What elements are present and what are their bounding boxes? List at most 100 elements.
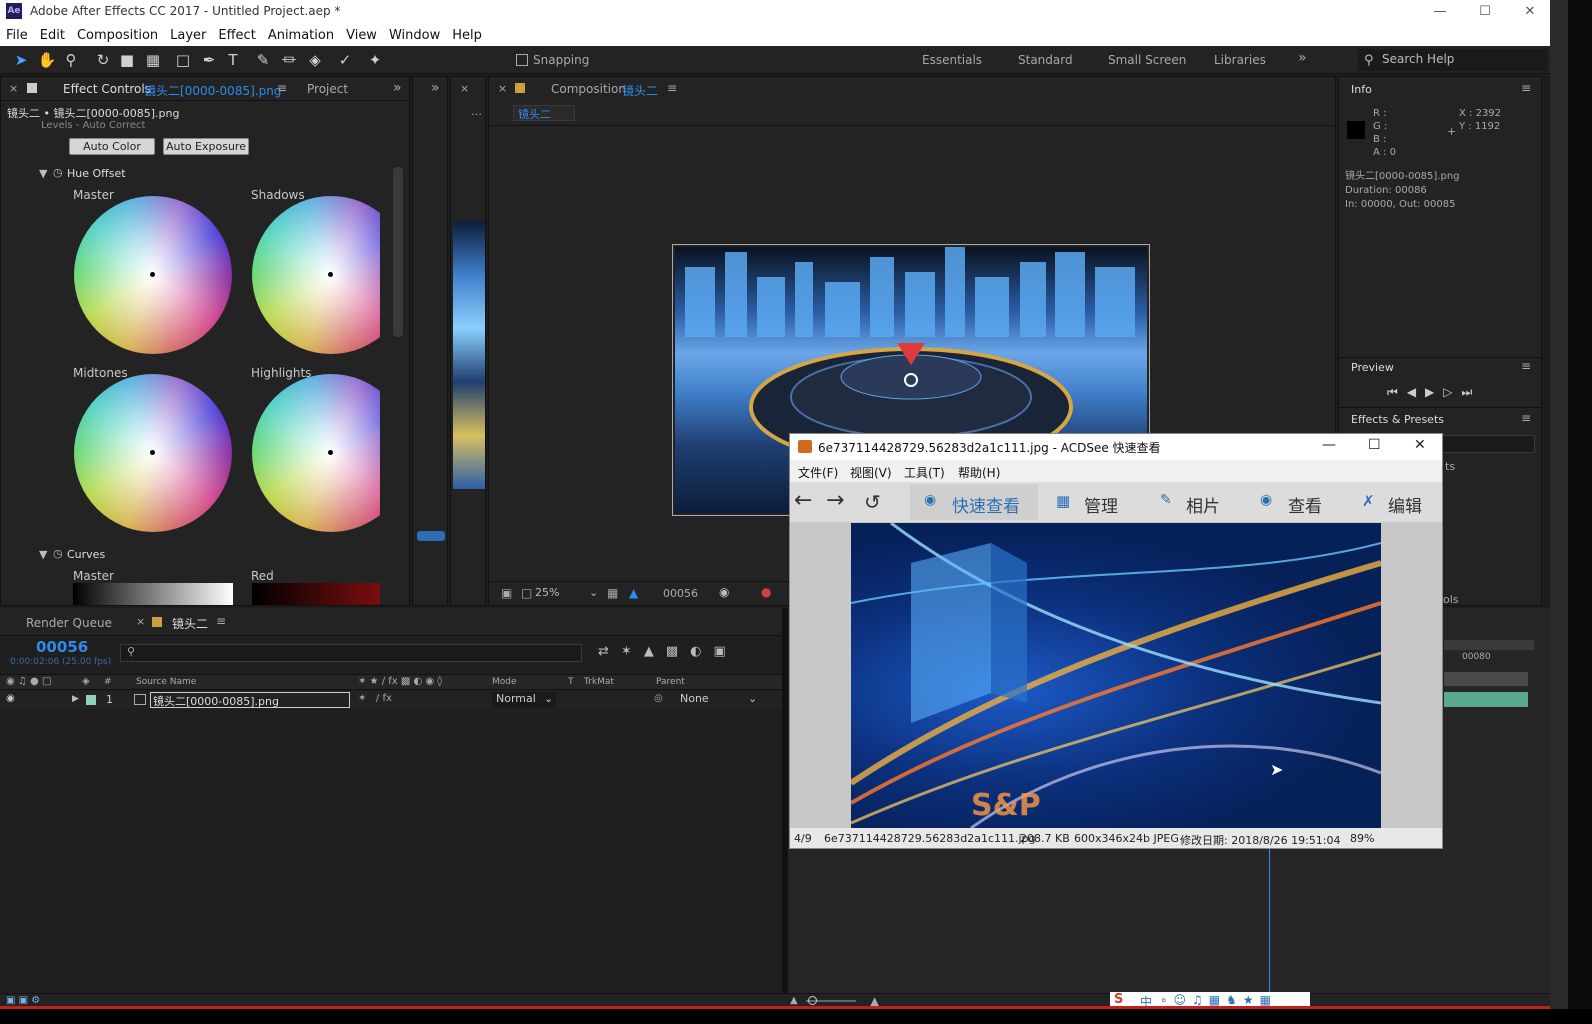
shy-icon[interactable]: ▲ xyxy=(644,644,666,659)
tab-manage[interactable]: 管理 xyxy=(1084,492,1118,517)
mode-dropdown[interactable]: Normal ⌄ xyxy=(492,692,556,708)
panel-lock-icon[interactable] xyxy=(27,83,37,93)
zoom-slider-handle[interactable] xyxy=(808,996,817,1005)
roto-brush-tool-icon[interactable]: ✓ xyxy=(334,50,356,70)
right-scroll-strip[interactable] xyxy=(1550,0,1568,1009)
expand-panel-icon[interactable]: » xyxy=(431,80,440,96)
menu-file[interactable]: File xyxy=(0,24,34,43)
acdsee-minimize-button[interactable]: — xyxy=(1322,437,1336,453)
master-color-wheel[interactable] xyxy=(74,196,232,354)
expand-icon[interactable]: » xyxy=(393,80,402,96)
eye-icon[interactable]: ◉ xyxy=(6,693,15,704)
hue-offset-twirl-icon[interactable]: ▼ xyxy=(39,167,47,180)
menu-effect[interactable]: Effect xyxy=(212,24,261,43)
next-frame-icon[interactable]: ▷ xyxy=(1443,385,1461,399)
workspace-libraries[interactable]: Libraries xyxy=(1214,53,1266,67)
effects-item-partial[interactable]: ts xyxy=(1445,460,1455,473)
comp-panel-menu-icon[interactable]: ≡ xyxy=(667,81,677,95)
comp-sub-tab[interactable]: 镜头二 xyxy=(513,105,575,121)
layer-duration-bar[interactable] xyxy=(1444,692,1528,707)
menu-help[interactable]: Help xyxy=(446,24,488,43)
acdsee-menu-help[interactable]: 帮助(H) xyxy=(958,464,1000,481)
effects-item-partial-2[interactable]: ols xyxy=(1443,593,1459,606)
tab-effect-controls[interactable]: Effect Controls xyxy=(63,82,151,96)
last-frame-icon[interactable]: ⏭ xyxy=(1462,385,1482,399)
selection-tool-icon[interactable]: ➤ xyxy=(10,50,32,70)
channel-icon[interactable]: ● xyxy=(761,585,771,599)
motion-blur-icon[interactable]: ◐ xyxy=(690,644,713,659)
curves-master-graph[interactable] xyxy=(73,583,233,605)
preview-menu-icon[interactable]: ≡ xyxy=(1521,359,1531,373)
panel-slider[interactable] xyxy=(417,531,445,541)
menu-composition[interactable]: Composition xyxy=(71,24,164,43)
close-timeline-icon[interactable]: × xyxy=(136,615,145,628)
search-help-input[interactable]: Search Help xyxy=(1358,49,1548,71)
prev-frame-icon[interactable]: ◀ xyxy=(1407,385,1425,399)
panel-menu-icon[interactable]: ≡ xyxy=(277,81,287,95)
menu-animation[interactable]: Animation xyxy=(262,24,340,43)
status-icons[interactable]: ▣ ▣ ⚙ xyxy=(6,995,40,1006)
menu-window[interactable]: Window xyxy=(383,24,446,43)
reset-icon[interactable]: ◷ xyxy=(53,166,63,179)
comp-mini-flowchart-icon[interactable]: ⇄ xyxy=(598,644,621,659)
pickwhip-icon[interactable]: ◎ xyxy=(654,693,663,704)
pen-tool-icon[interactable]: ✒ xyxy=(198,50,220,70)
menu-edit[interactable]: Edit xyxy=(34,24,71,43)
eraser-tool-icon[interactable]: ◈ xyxy=(304,50,326,70)
menu-view[interactable]: View xyxy=(340,24,383,43)
puppet-tool-icon[interactable]: ✦ xyxy=(364,50,386,70)
layer-label-color[interactable] xyxy=(86,695,96,705)
auto-color-button[interactable]: Auto Color xyxy=(69,138,155,155)
tab-timeline-comp[interactable]: 镜头二 xyxy=(172,615,208,632)
clone-stamp-tool-icon[interactable]: ⏛ xyxy=(278,50,300,70)
layer-switches[interactable]: ✶ / fx xyxy=(358,693,392,704)
comp-name[interactable]: 镜头二 xyxy=(622,82,658,99)
curves-reset-icon[interactable]: ◷ xyxy=(53,547,63,560)
play-icon[interactable]: ▶ xyxy=(1425,385,1443,399)
tab-effect-layer[interactable]: 镜头二[0000-0085].png xyxy=(144,82,281,99)
acdsee-maximize-button[interactable]: ☐ xyxy=(1368,437,1381,453)
tab-render-queue[interactable]: Render Queue xyxy=(26,616,112,630)
ime-logo[interactable]: S xyxy=(1114,992,1123,1007)
close-button[interactable]: ✕ xyxy=(1510,2,1550,22)
col-source-name[interactable]: Source Name xyxy=(136,677,196,687)
rotate-left-icon[interactable]: ↺ xyxy=(864,490,881,514)
acdsee-menu-view[interactable]: 视图(V) xyxy=(850,464,892,481)
tab-project[interactable]: Project xyxy=(307,82,348,96)
first-frame-icon[interactable]: ⏮ xyxy=(1387,385,1407,399)
grid-icon[interactable]: □ xyxy=(521,586,532,600)
timeline-search-input[interactable]: ⚲ xyxy=(120,644,582,662)
midtones-color-wheel[interactable] xyxy=(74,374,232,532)
work-area-bar[interactable] xyxy=(1444,640,1534,650)
close-panel-icon[interactable]: × xyxy=(9,82,18,95)
curves-red-graph[interactable] xyxy=(252,583,380,605)
ime-tools[interactable]: ∘☺♫▦♞★▦ xyxy=(1160,993,1277,1007)
more-workspaces-icon[interactable]: » xyxy=(1298,50,1307,66)
acdsee-menu-tools[interactable]: 工具(T) xyxy=(904,464,945,481)
draft-3d-icon[interactable]: ✶ xyxy=(621,644,644,659)
magnification-icon[interactable]: ▣ xyxy=(501,586,512,600)
rotate-tool-icon[interactable]: ↻ xyxy=(92,50,114,70)
ruler-bar[interactable] xyxy=(1444,672,1528,686)
info-menu-icon[interactable]: ≡ xyxy=(1521,81,1531,95)
graph-editor-icon[interactable]: ▣ xyxy=(713,644,737,659)
pan-behind-tool-icon[interactable]: ▦ xyxy=(142,50,164,70)
table-row[interactable]: ◉ ▶ 1 镜头二[0000-0085].png ✶ / fx Normal ⌄ … xyxy=(0,691,782,709)
zoom-out-icon[interactable]: ▲ xyxy=(790,995,798,1006)
tab-edit[interactable]: 编辑 xyxy=(1388,492,1422,517)
shadows-color-wheel[interactable] xyxy=(252,196,380,354)
snapshot-icon[interactable]: ◉ xyxy=(719,585,729,599)
parent-dropdown[interactable]: None ⌄ xyxy=(676,692,760,708)
menu-layer[interactable]: Layer xyxy=(164,24,212,43)
rectangle-tool-icon[interactable]: □ xyxy=(172,50,194,70)
workspace-standard[interactable]: Standard xyxy=(1018,53,1073,67)
current-time[interactable]: 00056 xyxy=(663,587,698,600)
timeline-current-time[interactable]: 00056 xyxy=(36,638,88,656)
acdsee-menu-file[interactable]: 文件(F) xyxy=(798,464,838,481)
scrollbar[interactable] xyxy=(393,167,403,337)
tab-view[interactable]: 查看 xyxy=(1288,492,1322,517)
layer-twirl-icon[interactable]: ▶ xyxy=(72,694,79,704)
maximize-button[interactable]: ☐ xyxy=(1465,2,1505,22)
highlights-color-wheel[interactable] xyxy=(252,374,380,532)
acdsee-photo[interactable]: S&P xyxy=(849,521,1382,830)
